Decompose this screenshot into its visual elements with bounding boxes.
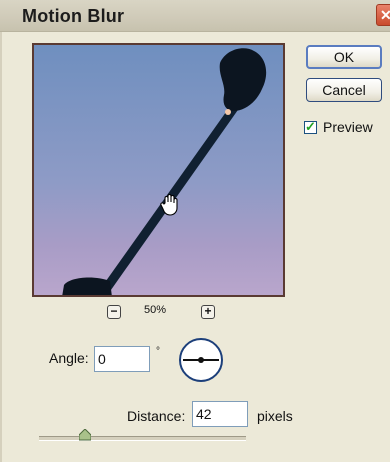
window-frame bbox=[0, 32, 2, 462]
distance-input[interactable] bbox=[192, 401, 248, 427]
zoom-level: 50% bbox=[144, 304, 167, 316]
slider-thumb[interactable] bbox=[79, 429, 91, 441]
distance-slider[interactable] bbox=[39, 436, 246, 441]
preview-label: Preview bbox=[323, 119, 373, 135]
angle-label: Angle: bbox=[49, 350, 89, 366]
close-button[interactable]: ✕ bbox=[376, 4, 390, 26]
preview-checkbox[interactable]: ✓ bbox=[304, 118, 317, 134]
close-icon: ✕ bbox=[380, 7, 390, 23]
dialog-title: Motion Blur bbox=[22, 6, 125, 26]
angle-dial-icon[interactable] bbox=[179, 338, 223, 382]
preview-pane[interactable] bbox=[32, 43, 285, 297]
dial-center bbox=[198, 357, 204, 363]
angle-unit: ° bbox=[156, 346, 160, 357]
ok-button[interactable]: OK bbox=[306, 45, 382, 69]
preview-image bbox=[62, 48, 267, 295]
hand-grab-icon bbox=[160, 193, 178, 216]
preview-checkbox-row[interactable]: ✓ Preview bbox=[304, 119, 373, 135]
checkmark-icon: ✓ bbox=[305, 118, 316, 134]
zoom-in-button[interactable]: + bbox=[201, 305, 215, 319]
title-bar: Motion Blur ✕ bbox=[0, 0, 390, 32]
cancel-button[interactable]: Cancel bbox=[306, 78, 382, 102]
zoom-out-button[interactable]: − bbox=[107, 305, 121, 319]
angle-input[interactable] bbox=[94, 346, 150, 372]
distance-label: Distance: bbox=[127, 408, 186, 424]
distance-unit: pixels bbox=[257, 408, 293, 424]
